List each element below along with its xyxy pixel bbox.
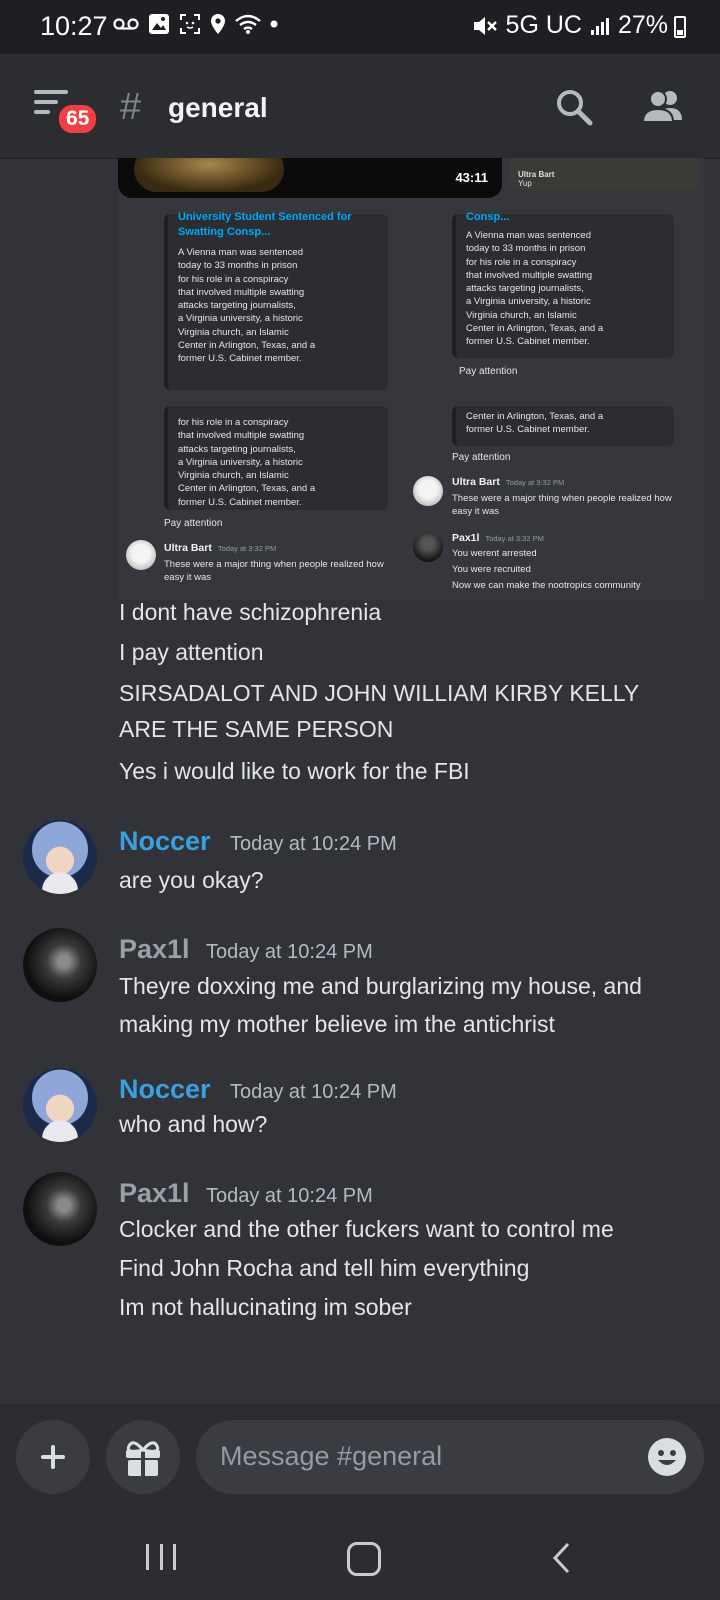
back-icon[interactable] [552,1542,572,1574]
status-icons-right: 5G UC 27% [472,11,668,40]
voicemail-icon [113,18,139,30]
author-name[interactable]: Noccer [119,826,211,857]
timestamp: Today at 10:24 PM [230,833,397,855]
message-composer: Message #general [0,1404,720,1504]
message-line: Find John Rocha and tell him everything [119,1255,530,1281]
mini-message: You werent arrested You were recruited N… [452,548,641,591]
author-name[interactable]: Pax1l [119,934,190,965]
gallery-icon [149,14,169,34]
message-line: ARE THE SAME PERSON [119,716,394,742]
mini-reply-name: Ultra Bart [518,170,555,179]
message-line: Im not hallucinating im sober [119,1294,412,1320]
pay-attention-text: Pay attention [459,366,518,377]
news-card: for his role in a conspiracy that involv… [164,406,388,510]
mini-author: Ultra Bart Today at 3:32 PM [164,542,277,554]
message-line: SIRSADALOT AND JOHN WILLIAM KIRBY KELLY [119,680,640,706]
card-title: University Student Sentenced for Swattin… [178,211,352,238]
mini-reply-text: Yup [518,179,532,188]
message-line: Theyre doxxing me and burglarizing my ho… [119,973,642,999]
mini-reply: Ultra Bart Yup [510,158,700,190]
message-line: I dont have schizophrenia [119,599,382,625]
android-nav-bar [0,1504,720,1600]
location-icon [211,14,225,34]
message-line: who and how? [119,1111,268,1137]
network-type: 5G UC [505,11,582,39]
timestamp: Today at 10:24 PM [230,1081,397,1103]
recents-button[interactable] [146,1544,176,1570]
author-name[interactable]: Noccer [119,1074,211,1105]
dot-icon [270,20,278,28]
ultra-bart-avatar [126,540,156,570]
message-placeholder: Message #general [220,1441,443,1471]
message-line: Yes i would like to work for the FBI [119,758,470,784]
mini-message: These were a major thing when people rea… [164,559,384,583]
pax1l-avatar[interactable] [23,1172,97,1246]
status-icons-left [113,13,278,35]
message-line: I pay attention [119,639,264,665]
news-card: Center in Arlington, Texas, and a former… [452,406,674,446]
attached-screenshot[interactable]: 43:11 Ultra Bart Yup University Student … [118,158,704,600]
timestamp: Today at 10:24 PM [206,1185,373,1207]
channel-hash-icon: # [120,86,142,128]
noccer-avatar[interactable] [23,1068,97,1142]
message-line: are you okay? [119,867,264,893]
emoji-button[interactable] [648,1438,686,1476]
message-line: Clocker and the other fuckers want to co… [119,1216,614,1242]
wifi-icon [235,14,261,34]
signal-icon [590,17,609,35]
pax1l-avatar[interactable] [23,928,97,1002]
smiley-icon [658,1450,676,1465]
message-line: making my mother believe im the antichri… [119,1011,555,1037]
pax1l-mini-avatar [413,532,443,562]
message-input[interactable]: Message #general [196,1420,704,1494]
message-list[interactable]: 43:11 Ultra Bart Yup University Student … [0,158,720,1404]
news-card: Consp... A Vienna man was sentenced toda… [452,211,674,358]
attach-button[interactable] [16,1420,90,1494]
status-time: 10:27 [40,11,108,41]
status-bar: 10:27 5G UC 27% [0,0,720,54]
channel-name[interactable]: general [168,92,268,124]
mini-author: Pax1l Today at 3:32 PM [452,532,544,544]
members-icon[interactable] [640,86,686,128]
home-button[interactable] [347,1542,381,1576]
unread-badge: 65 [56,102,100,136]
video-thumbnail[interactable]: 43:11 [118,158,502,198]
mute-icon [473,16,497,35]
screenshot-icon [180,14,200,34]
search-icon[interactable] [553,86,595,128]
timestamp: Today at 10:24 PM [206,941,373,963]
card-title: Consp... [466,211,510,223]
battery-percent: 27% [617,11,668,39]
pay-attention-text: Pay attention [452,452,511,463]
author-name[interactable]: Pax1l [119,1178,190,1209]
ultra-bart-avatar [413,476,443,506]
noccer-avatar[interactable] [23,820,97,894]
gift-icon [126,1441,160,1476]
channel-header: 65 # general [0,54,720,159]
battery-icon [674,16,686,38]
mini-message: These were a major thing when people rea… [452,493,672,517]
video-duration: 43:11 [455,170,488,185]
mini-author: Ultra Bart Today at 3:32 PM [452,476,565,488]
pay-attention-text: Pay attention [164,518,223,529]
gift-button[interactable] [106,1420,180,1494]
news-card: University Student Sentenced for Swattin… [164,211,388,390]
